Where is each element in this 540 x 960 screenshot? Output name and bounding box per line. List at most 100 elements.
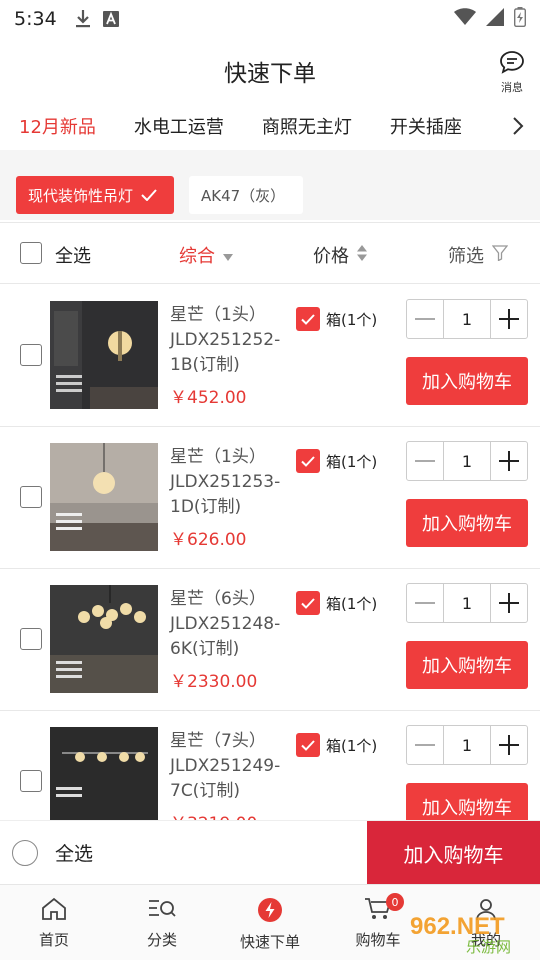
- sort-comprehensive-label: 综合: [179, 246, 215, 267]
- status-bar: 5:34: [0, 0, 540, 38]
- messages-button[interactable]: 消息: [498, 50, 526, 95]
- decrease-button[interactable]: [407, 300, 443, 338]
- chevron-right-icon[interactable]: [504, 112, 532, 140]
- filter-button[interactable]: 筛选: [448, 242, 509, 268]
- nav-quick-order[interactable]: 快速下单: [216, 885, 324, 960]
- decrease-button[interactable]: [407, 726, 443, 764]
- unit-option[interactable]: 箱(1个): [296, 733, 377, 757]
- increase-button[interactable]: [491, 300, 527, 338]
- unit-label: 箱(1个): [326, 736, 378, 755]
- filter-chip[interactable]: AK47（灰）: [189, 176, 303, 214]
- sort-price[interactable]: 价格: [313, 242, 367, 268]
- watermark-logo: 962.NET 乐游网: [410, 913, 511, 956]
- nav-category[interactable]: 分类: [108, 885, 216, 960]
- unit-label: 箱(1个): [326, 594, 378, 613]
- title-bar: 快速下单 消息: [0, 38, 540, 102]
- chat-bubble-icon: [499, 50, 525, 78]
- tab-commercial-lighting[interactable]: 商照无主灯: [243, 113, 371, 139]
- category-search-icon: [148, 897, 176, 925]
- product-price: ￥2330.00: [170, 672, 258, 692]
- action-bar: 全选 加入购物车: [0, 820, 540, 885]
- sort-arrows-icon: [357, 244, 367, 266]
- category-tabs: 12月新品 水电工运营 商照无主灯 开关插座: [0, 102, 540, 150]
- cart-badge: 0: [386, 893, 404, 911]
- product-name[interactable]: 星芒（7头）JLDX251249-7C(订制): [170, 729, 290, 804]
- signal-icon: [486, 8, 504, 30]
- product-price: ￥626.00: [170, 530, 247, 550]
- product-checkbox[interactable]: [20, 628, 42, 650]
- sort-bar: 全选 综合 价格 筛选: [0, 222, 540, 284]
- decrease-button[interactable]: [407, 442, 443, 480]
- tab-new-december[interactable]: 12月新品: [0, 113, 115, 139]
- unit-checkbox[interactable]: [296, 591, 320, 615]
- status-time: 5:34: [14, 8, 57, 30]
- product-image[interactable]: [50, 301, 158, 409]
- select-all-radio[interactable]: [12, 840, 38, 866]
- unit-option[interactable]: 箱(1个): [296, 307, 377, 331]
- nav-label: 快速下单: [239, 933, 300, 951]
- add-all-to-cart-button[interactable]: 加入购物车: [367, 821, 540, 885]
- add-to-cart-button[interactable]: 加入购物车: [406, 641, 528, 689]
- page-title: 快速下单: [224, 61, 316, 87]
- filter-chip-selected[interactable]: 现代装饰性吊灯: [16, 176, 174, 214]
- check-icon: [141, 189, 157, 201]
- nav-home[interactable]: 首页: [0, 885, 108, 960]
- select-all-label: 全选: [55, 843, 94, 865]
- increase-button[interactable]: [491, 442, 527, 480]
- quantity-value[interactable]: 1: [443, 726, 491, 764]
- unit-checkbox[interactable]: [296, 307, 320, 331]
- increase-button[interactable]: [491, 584, 527, 622]
- caret-down-icon: [223, 245, 233, 266]
- filter-chips: 现代装饰性吊灯 AK47（灰）: [0, 150, 540, 220]
- filter-chip-label: 现代装饰性吊灯: [28, 186, 134, 205]
- font-icon: [102, 11, 119, 27]
- filter-chip-label: AK47（灰）: [201, 186, 286, 205]
- quantity-value[interactable]: 1: [443, 442, 491, 480]
- nav-label: 首页: [38, 931, 69, 949]
- product-name[interactable]: 星芒（1头）JLDX251252-1B(订制): [170, 303, 290, 378]
- battery-icon: [513, 7, 527, 31]
- select-all-label: 全选: [55, 246, 91, 267]
- quantity-stepper: 1: [406, 441, 528, 481]
- filter-label: 筛选: [448, 246, 484, 267]
- product-row: 星芒（1头）JLDX251253-1D(订制) ￥626.00 箱(1个) 1 …: [0, 427, 540, 569]
- funnel-icon: [491, 244, 509, 266]
- unit-checkbox[interactable]: [296, 733, 320, 757]
- messages-label: 消息: [501, 81, 523, 94]
- product-checkbox[interactable]: [20, 344, 42, 366]
- watermark-subtext: 乐游网: [466, 938, 511, 956]
- product-checkbox[interactable]: [20, 770, 42, 792]
- add-to-cart-button[interactable]: 加入购物车: [406, 499, 528, 547]
- tab-electrician[interactable]: 水电工运营: [115, 113, 243, 139]
- product-row: 星芒（1头）JLDX251252-1B(订制) ￥452.00 箱(1个) 1 …: [0, 285, 540, 427]
- quantity-value[interactable]: 1: [443, 584, 491, 622]
- wifi-icon: [454, 8, 476, 30]
- product-name[interactable]: 星芒（6头）JLDX251248-6K(订制): [170, 587, 290, 662]
- lightning-icon: [257, 897, 283, 927]
- home-icon: [41, 897, 67, 925]
- sort-comprehensive[interactable]: 综合: [179, 242, 233, 268]
- download-icon: [75, 9, 91, 29]
- bottom-nav: 首页 分类 快速下单 0 购物车 我的 962.NET 乐游网: [0, 884, 540, 960]
- select-all-checkbox[interactable]: [20, 242, 42, 264]
- quantity-value[interactable]: 1: [443, 300, 491, 338]
- unit-option[interactable]: 箱(1个): [296, 449, 377, 473]
- tab-switch-socket[interactable]: 开关插座: [371, 113, 481, 139]
- increase-button[interactable]: [491, 726, 527, 764]
- product-checkbox[interactable]: [20, 486, 42, 508]
- unit-checkbox[interactable]: [296, 449, 320, 473]
- product-row: 星芒（6头）JLDX251248-6K(订制) ￥2330.00 箱(1个) 1…: [0, 569, 540, 711]
- product-name[interactable]: 星芒（1头）JLDX251253-1D(订制): [170, 445, 290, 520]
- decrease-button[interactable]: [407, 584, 443, 622]
- product-image[interactable]: [50, 443, 158, 551]
- unit-option[interactable]: 箱(1个): [296, 591, 377, 615]
- nav-label: 购物车: [355, 931, 401, 949]
- add-to-cart-button[interactable]: 加入购物车: [406, 357, 528, 405]
- unit-label: 箱(1个): [326, 452, 378, 471]
- unit-label: 箱(1个): [326, 310, 378, 329]
- product-image[interactable]: [50, 727, 158, 835]
- nav-label: 分类: [146, 931, 177, 949]
- quantity-stepper: 1: [406, 725, 528, 765]
- quantity-stepper: 1: [406, 299, 528, 339]
- product-image[interactable]: [50, 585, 158, 693]
